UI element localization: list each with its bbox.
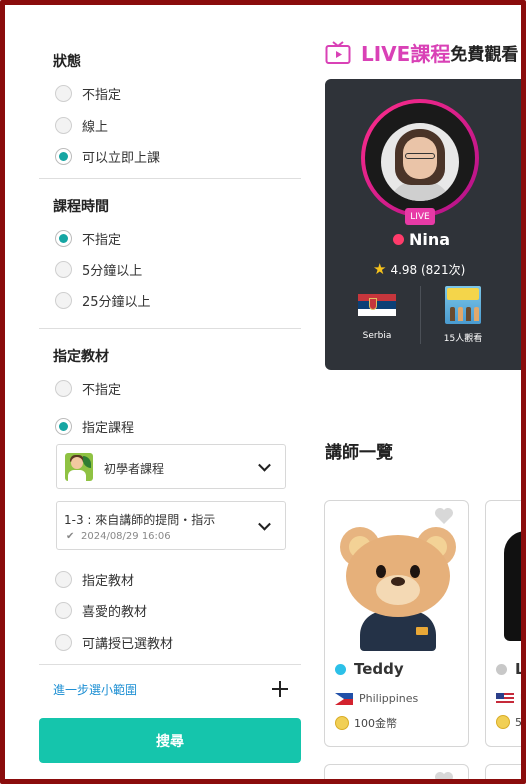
lesson-date: 2024/08/29 16:06 xyxy=(81,531,171,542)
option-label: 不指定 xyxy=(82,232,122,248)
more-filters-link[interactable]: 進一步選小範圍 xyxy=(53,681,137,698)
rating-text: 4.98 (821次) xyxy=(390,262,466,277)
coin-icon xyxy=(496,715,510,729)
radio-button[interactable] xyxy=(55,116,72,134)
tutor-avatar xyxy=(504,531,526,641)
material-option-teachable[interactable]: 可講授已選教材 xyxy=(55,632,173,652)
option-label: 指定教材 xyxy=(82,573,135,589)
live-lesson-card[interactable]: LIVE Nina ★ 4.98 (821次) Serbia 15人觀看 xyxy=(325,79,526,370)
status-filter-title: 狀態 xyxy=(53,54,81,70)
option-label: 可以立即上課 xyxy=(82,150,161,166)
live-heading-accent: LIVE課程 xyxy=(361,42,451,66)
option-label: 5分鐘以上 xyxy=(82,263,143,279)
tv-play-icon xyxy=(325,40,351,64)
radio-button-selected[interactable] xyxy=(55,417,72,435)
coin-icon xyxy=(335,716,349,730)
duration-option-unspecified[interactable]: 不指定 xyxy=(55,228,121,248)
lesson-select[interactable]: 1-3 : 來自講師的提問・指示 ✔ 2024/08/29 16:06 xyxy=(56,501,286,550)
material-option-specific[interactable]: 指定教材 xyxy=(55,569,134,589)
viewer-count: 15人觀看 xyxy=(443,334,483,344)
tutor-name: Teddy xyxy=(354,660,404,678)
material-option-course[interactable]: 指定課程 xyxy=(55,416,134,436)
tutor-price-row: 100金幣 xyxy=(335,715,397,731)
radio-button-selected[interactable] xyxy=(55,147,72,165)
live-badge: LIVE xyxy=(405,208,435,225)
tutor-card[interactable] xyxy=(485,764,526,784)
tutor-name: Nina xyxy=(409,230,451,249)
duration-filter-title: 課程時間 xyxy=(53,199,109,215)
option-label: 不指定 xyxy=(82,382,122,398)
tutor-country-row: U xyxy=(496,692,526,705)
live-status-dot xyxy=(393,234,404,245)
divider xyxy=(39,328,301,329)
tutor-rating: ★ 4.98 (821次) xyxy=(373,260,465,278)
material-option-favorite[interactable]: 喜愛的教材 xyxy=(55,600,147,620)
course-select[interactable]: 初學者課程 xyxy=(56,444,286,489)
radio-button[interactable] xyxy=(55,291,72,309)
material-filter-title: 指定教材 xyxy=(53,349,109,365)
option-label: 線上 xyxy=(82,119,109,135)
tutor-card[interactable] xyxy=(324,764,469,784)
tutor-card[interactable]: L U 5 xyxy=(485,500,526,747)
course-select-value: 初學者課程 xyxy=(104,462,165,476)
tutor-price: 5 xyxy=(515,715,522,729)
option-label: 指定課程 xyxy=(82,420,135,436)
duration-option-5min[interactable]: 5分鐘以上 xyxy=(55,259,142,279)
radio-button[interactable] xyxy=(55,601,72,619)
tutor-country: U xyxy=(520,692,526,705)
us-flag-icon xyxy=(496,692,514,705)
tutor-name-row: L xyxy=(496,660,525,678)
tutor-price-row: 5 xyxy=(496,715,522,729)
tutor-card[interactable]: Teddy Philippines 100金幣 xyxy=(324,500,469,747)
option-label: 喜愛的教材 xyxy=(82,604,148,620)
tutor-price: 100金幣 xyxy=(354,717,397,730)
radio-button-selected[interactable] xyxy=(55,229,72,247)
live-tutor-name: Nina xyxy=(393,230,450,249)
tutor-country: Serbia xyxy=(362,331,392,341)
divider xyxy=(39,664,301,665)
star-icon: ★ xyxy=(373,260,387,278)
radio-button[interactable] xyxy=(55,570,72,588)
offline-status-dot xyxy=(496,663,507,675)
beginner-course-icon xyxy=(65,453,93,481)
chevron-down-icon xyxy=(258,458,271,472)
philippines-flag-icon xyxy=(335,692,353,705)
tutor-name-row: Teddy xyxy=(335,660,404,678)
serbia-flag-icon xyxy=(358,294,396,316)
divider xyxy=(39,178,301,179)
lesson-select-value: 1-3 : 來自講師的提問・指示 xyxy=(64,513,216,527)
material-thumbnail xyxy=(445,286,481,324)
tutor-avatar xyxy=(361,99,479,217)
option-label: 25分鐘以上 xyxy=(82,294,151,310)
radio-button[interactable] xyxy=(55,260,72,278)
duration-option-25min[interactable]: 25分鐘以上 xyxy=(55,290,151,310)
tutor-country-row: Philippines xyxy=(335,692,418,705)
material-option-unspecified[interactable]: 不指定 xyxy=(55,378,121,398)
tutor-name: L xyxy=(515,660,525,678)
live-section-heading: LIVE課程 免費觀看 xyxy=(325,38,518,67)
option-label: 可講授已選教材 xyxy=(82,636,174,652)
chevron-down-icon xyxy=(258,517,271,531)
status-option-online[interactable]: 線上 xyxy=(55,115,108,135)
online-status-dot xyxy=(335,663,346,675)
plus-icon[interactable] xyxy=(272,681,288,697)
radio-button[interactable] xyxy=(55,84,72,102)
divider xyxy=(420,286,421,344)
status-option-available-now[interactable]: 可以立即上課 xyxy=(55,146,160,166)
option-label: 不指定 xyxy=(82,87,122,103)
radio-button[interactable] xyxy=(55,633,72,651)
status-option-unspecified[interactable]: 不指定 xyxy=(55,83,121,103)
tutor-country: Philippines xyxy=(359,692,419,705)
live-heading-rest: 免費觀看 xyxy=(450,45,519,65)
tutor-list-title: 講師一覽 xyxy=(325,443,393,463)
search-button[interactable]: 搜尋 xyxy=(39,718,301,763)
tutor-avatar xyxy=(338,521,458,651)
check-icon: ✔ xyxy=(66,531,75,542)
radio-button[interactable] xyxy=(55,379,72,397)
favorite-heart-icon[interactable] xyxy=(434,771,454,784)
